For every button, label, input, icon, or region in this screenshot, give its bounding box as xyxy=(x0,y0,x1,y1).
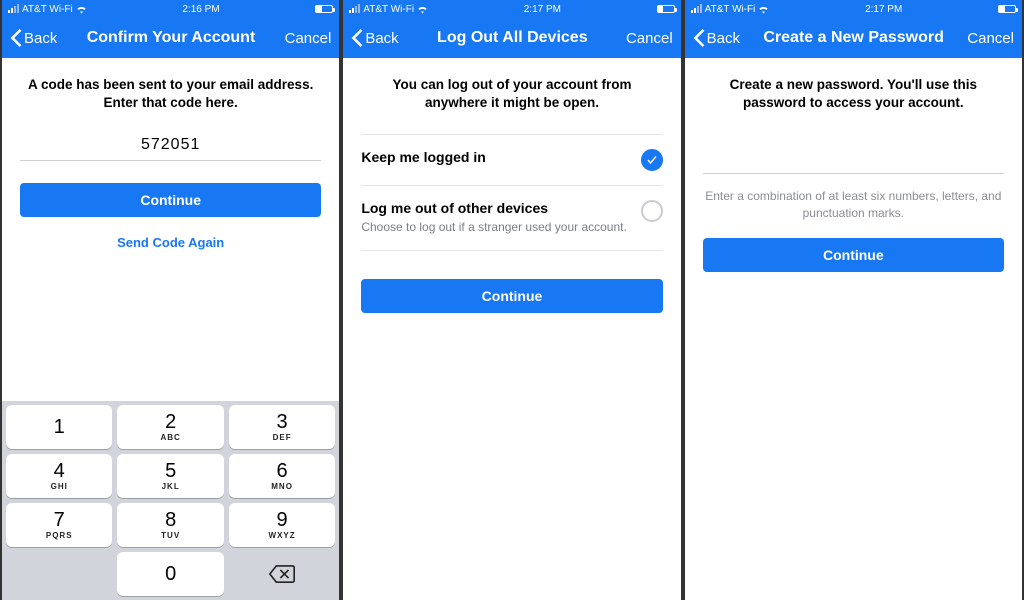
key-3[interactable]: 3DEF xyxy=(229,405,335,449)
key-5[interactable]: 5JKL xyxy=(117,454,223,498)
clock: 2:17 PM xyxy=(865,4,902,15)
carrier-label: AT&T Wi-Fi xyxy=(705,4,756,15)
back-button[interactable]: Back xyxy=(351,29,398,47)
wifi-icon xyxy=(758,5,769,14)
option-title: Keep me logged in xyxy=(361,149,630,165)
status-bar: AT&T Wi-Fi 2:16 PM xyxy=(2,0,339,18)
numeric-keypad: 12ABC3DEF 4GHI5JKL6MNO 7PQRS8TUV9WXYZ0 xyxy=(2,401,339,600)
backspace-icon xyxy=(269,564,295,584)
signal-icon xyxy=(8,5,19,13)
key-8[interactable]: 8TUV xyxy=(117,503,223,547)
status-bar: AT&T Wi-Fi 2:17 PM xyxy=(685,0,1022,18)
option-logout-other[interactable]: Log me out of other devices Choose to lo… xyxy=(361,186,662,251)
page-title: Create a New Password xyxy=(740,29,967,47)
screen-create-password: AT&T Wi-Fi 2:17 PM Back Create a New Pas… xyxy=(683,0,1024,600)
nav-bar: Back Log Out All Devices Cancel xyxy=(343,18,680,58)
page-title: Confirm Your Account xyxy=(57,29,284,47)
carrier-label: AT&T Wi-Fi xyxy=(22,4,73,15)
signal-icon xyxy=(691,5,702,13)
password-input[interactable] xyxy=(703,146,1004,174)
radio-selected[interactable] xyxy=(641,149,663,171)
option-title: Log me out of other devices xyxy=(361,200,630,216)
signal-icon xyxy=(349,5,360,13)
key-7[interactable]: 7PQRS xyxy=(6,503,112,547)
key-2[interactable]: 2ABC xyxy=(117,405,223,449)
check-icon xyxy=(646,154,658,166)
battery-icon xyxy=(657,5,675,13)
key-9[interactable]: 9WXYZ xyxy=(229,503,335,547)
screen-logout-devices: AT&T Wi-Fi 2:17 PM Back Log Out All Devi… xyxy=(341,0,682,600)
key-4[interactable]: 4GHI xyxy=(6,454,112,498)
back-label: Back xyxy=(365,30,398,47)
radio-unselected[interactable] xyxy=(641,200,663,222)
wifi-icon xyxy=(417,5,428,14)
battery-icon xyxy=(315,5,333,13)
clock: 2:16 PM xyxy=(182,4,219,15)
cancel-button[interactable]: Cancel xyxy=(285,30,332,47)
wifi-icon xyxy=(76,5,87,14)
back-button[interactable]: Back xyxy=(693,29,740,47)
option-keep-logged-in[interactable]: Keep me logged in xyxy=(361,135,662,186)
prompt-text: You can log out of your account from any… xyxy=(361,76,662,112)
resend-code-link[interactable]: Send Code Again xyxy=(20,235,321,250)
continue-button[interactable]: Continue xyxy=(703,238,1004,272)
prompt-text: Create a new password. You'll use this p… xyxy=(703,76,1004,112)
screen-confirm-account: AT&T Wi-Fi 2:16 PM Back Confirm Your Acc… xyxy=(0,0,341,600)
back-button[interactable]: Back xyxy=(10,29,57,47)
key-0[interactable]: 0 xyxy=(117,552,223,596)
cancel-button[interactable]: Cancel xyxy=(967,30,1014,47)
back-label: Back xyxy=(707,30,740,47)
battery-icon xyxy=(998,5,1016,13)
chevron-left-icon xyxy=(10,29,22,47)
key-1[interactable]: 1 xyxy=(6,405,112,449)
page-title: Log Out All Devices xyxy=(399,29,626,47)
key-backspace[interactable] xyxy=(229,552,335,596)
option-subtitle: Choose to log out if a stranger used you… xyxy=(361,220,630,236)
carrier-label: AT&T Wi-Fi xyxy=(363,4,414,15)
nav-bar: Back Confirm Your Account Cancel xyxy=(2,18,339,58)
continue-button[interactable]: Continue xyxy=(361,279,662,313)
key-blank xyxy=(6,552,112,596)
prompt-text: A code has been sent to your email addre… xyxy=(20,76,321,112)
back-label: Back xyxy=(24,30,57,47)
chevron-left-icon xyxy=(693,29,705,47)
continue-button[interactable]: Continue xyxy=(20,183,321,217)
clock: 2:17 PM xyxy=(524,4,561,15)
chevron-left-icon xyxy=(351,29,363,47)
cancel-button[interactable]: Cancel xyxy=(626,30,673,47)
status-bar: AT&T Wi-Fi 2:17 PM xyxy=(343,0,680,18)
password-hint: Enter a combination of at least six numb… xyxy=(703,188,1004,222)
nav-bar: Back Create a New Password Cancel xyxy=(685,18,1022,58)
code-input[interactable] xyxy=(20,130,321,161)
key-6[interactable]: 6MNO xyxy=(229,454,335,498)
